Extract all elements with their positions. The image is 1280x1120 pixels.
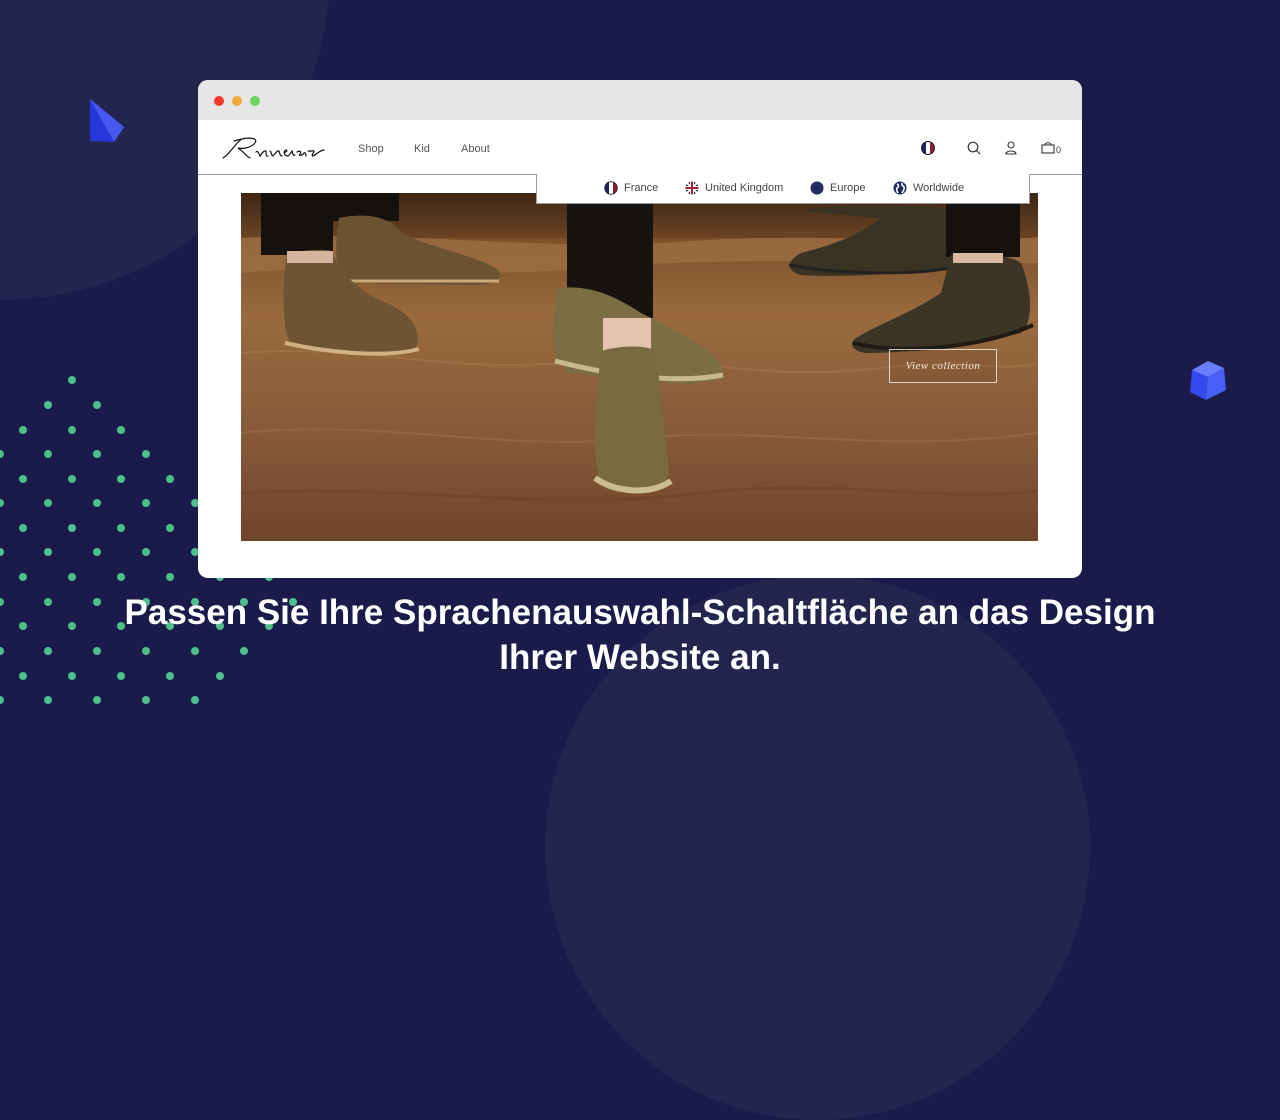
- decorative-dot: [166, 475, 174, 483]
- decorative-dot: [44, 696, 52, 704]
- close-window-button[interactable]: [214, 96, 224, 106]
- language-option-europe[interactable]: Europe: [810, 181, 865, 195]
- header-divider: [198, 174, 536, 175]
- decorative-dot: [93, 499, 101, 507]
- decorative-dot: [93, 548, 101, 556]
- maximize-window-button[interactable]: [250, 96, 260, 106]
- nav-shop[interactable]: Shop: [358, 143, 384, 155]
- decorative-dot: [44, 450, 52, 458]
- nav-about[interactable]: About: [461, 143, 490, 155]
- language-label: Worldwide: [913, 182, 965, 194]
- decorative-dot: [0, 696, 4, 704]
- decorative-dot: [117, 573, 125, 581]
- language-selector-button[interactable]: [920, 140, 936, 156]
- decorative-dot: [117, 475, 125, 483]
- decorative-dot: [19, 426, 27, 434]
- language-label: France: [624, 182, 659, 194]
- eu-flag-icon: [810, 181, 824, 195]
- shopping-bag-icon: [1041, 142, 1055, 154]
- decorative-dot: [0, 548, 4, 556]
- decorative-dot: [44, 401, 52, 409]
- decorative-dot: [166, 524, 174, 532]
- france-flag-icon: [604, 181, 618, 195]
- decorative-dot: [44, 499, 52, 507]
- decorative-dot: [68, 475, 76, 483]
- decorative-dot: [19, 573, 27, 581]
- cart-button[interactable]: 0: [1040, 140, 1066, 156]
- decorative-dot: [68, 376, 76, 384]
- header-divider: [1030, 174, 1082, 175]
- uk-flag-icon: [685, 181, 699, 195]
- language-option-united-kingdom[interactable]: United Kingdom: [685, 181, 783, 195]
- user-icon[interactable]: [1003, 140, 1019, 156]
- minimize-window-button[interactable]: [232, 96, 242, 106]
- hero-banner[interactable]: View collection: [241, 193, 1038, 541]
- browser-titlebar: [198, 80, 1082, 120]
- decorative-dot: [0, 450, 4, 458]
- caption-line-1: Passen Sie Ihre Sprachenauswahl-Schaltfl…: [124, 593, 1156, 632]
- decorative-dot: [166, 573, 174, 581]
- decorative-dot: [142, 450, 150, 458]
- decorative-dot: [117, 426, 125, 434]
- language-option-france[interactable]: France: [604, 181, 658, 195]
- decorative-dot: [0, 499, 4, 507]
- decorative-dot: [68, 524, 76, 532]
- decorative-dot: [44, 548, 52, 556]
- decorative-dot: [93, 696, 101, 704]
- view-collection-button[interactable]: View collection: [889, 349, 997, 383]
- decorative-dot: [19, 524, 27, 532]
- decorative-dot: [191, 696, 199, 704]
- browser-window: Rivieras Shop Kid About: [198, 80, 1082, 578]
- nav-kid[interactable]: Kid: [414, 143, 430, 155]
- search-icon[interactable]: [966, 140, 982, 156]
- decorative-dot: [19, 475, 27, 483]
- caption: Passen Sie Ihre Sprachenauswahl-Schaltfl…: [0, 590, 1280, 680]
- caption-line-2: Ihrer Website an.: [499, 638, 781, 677]
- decorative-dot: [93, 401, 101, 409]
- language-label: United Kingdom: [705, 182, 784, 194]
- globe-icon: [893, 181, 907, 195]
- decorative-dot: [117, 524, 125, 532]
- decorative-dot: [142, 548, 150, 556]
- decorative-dot: [68, 573, 76, 581]
- decorative-dot: [142, 499, 150, 507]
- site-header: Rivieras Shop Kid About: [198, 120, 1082, 175]
- decorative-dot: [93, 450, 101, 458]
- rivieras-logo[interactable]: Rivieras: [220, 132, 328, 164]
- language-option-worldwide[interactable]: Worldwide: [893, 181, 964, 195]
- decorative-dot: [142, 696, 150, 704]
- language-dropdown: France United Kingdom Europe Worldwide: [536, 174, 1030, 204]
- language-label: Europe: [830, 182, 866, 194]
- cart-count: 0: [1056, 145, 1062, 155]
- cube-shape-icon: [1190, 361, 1226, 400]
- decorative-dot: [68, 426, 76, 434]
- pyramid-shape-icon: [90, 99, 124, 142]
